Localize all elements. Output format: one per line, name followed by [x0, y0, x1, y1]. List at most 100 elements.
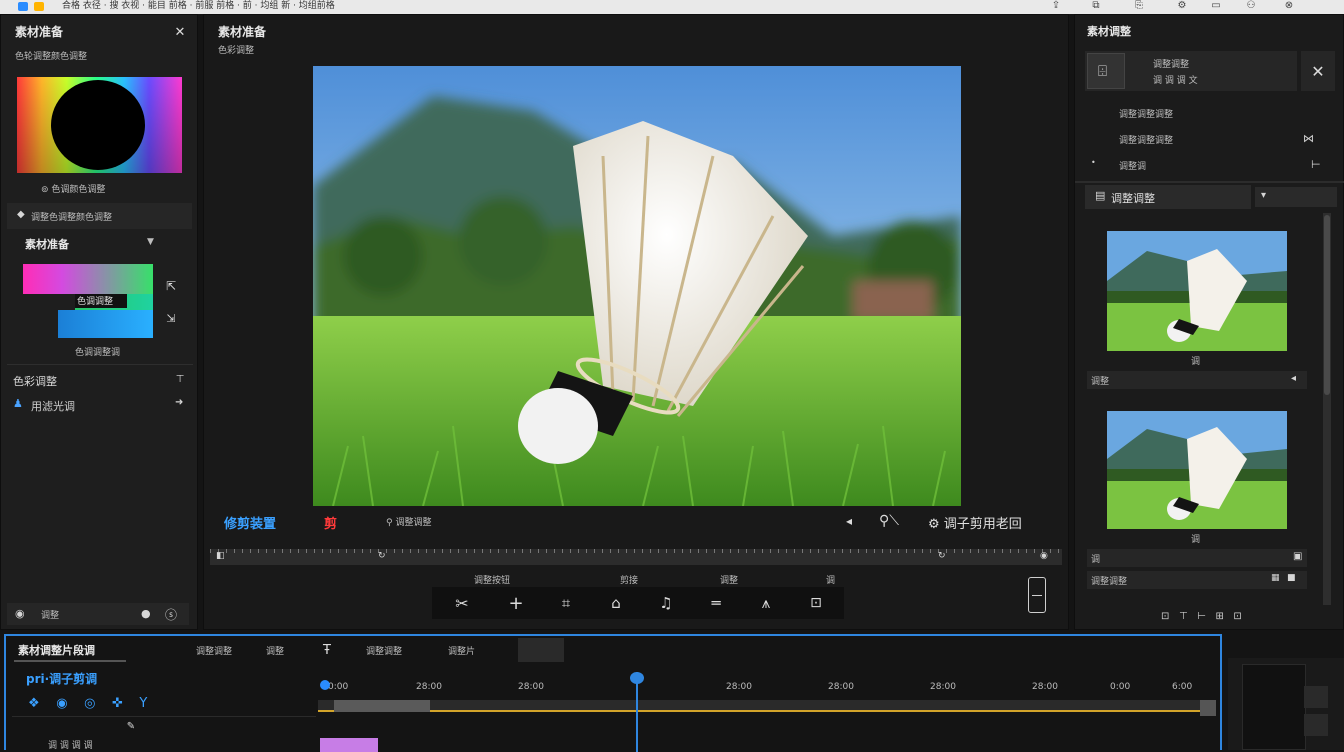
- thumb-2-bar-label: 调: [1091, 555, 1101, 565]
- thumb-scene-1: [1107, 231, 1287, 351]
- crop-icon[interactable]: ⌗: [556, 593, 576, 613]
- tool-label-1: 调整按钮: [474, 576, 511, 586]
- gear-icon[interactable]: ⚙: [1176, 1, 1188, 11]
- bracket-icon: ⊢: [1311, 158, 1321, 171]
- timeline-panel: 素材调整片段调 调整调整 调整 Ŧ 调整调整 调整片 pri·调子剪调 ❖ ◉ …: [4, 634, 1222, 752]
- assets-header[interactable]: ▤ 调整调整: [1085, 185, 1251, 209]
- speaker-icon[interactable]: ◂: [840, 513, 858, 529]
- ruler-start-marker[interactable]: [320, 680, 330, 690]
- grid-icon: ▣: [1293, 551, 1303, 562]
- adjust-label[interactable]: ⚲ 调整调整: [386, 515, 431, 528]
- fullscreen-button[interactable]: [1028, 577, 1046, 613]
- text-tool-icon[interactable]: Ŧ: [318, 642, 336, 658]
- track-bar[interactable]: [318, 700, 1200, 712]
- anchor-icon[interactable]: ⊤: [1179, 611, 1188, 622]
- collapse-icon[interactable]: ⇲: [163, 311, 179, 325]
- mini-button-1[interactable]: [1304, 686, 1328, 708]
- mini-preview[interactable]: [1242, 664, 1306, 750]
- scrubber-end-icon[interactable]: ◉: [1040, 551, 1048, 561]
- item-card[interactable]: ⌹ 调整调整 调 调 调 文: [1085, 51, 1297, 91]
- right-panel: 素材调整 ⌹ 调整调整 调 调 调 文 ✕ 调整调整调整 调整调整调整 ⋈ • …: [1074, 14, 1344, 630]
- app-logo: [18, 2, 28, 11]
- mini-button-2[interactable]: [1304, 714, 1328, 736]
- tile-icon[interactable]: ⊞: [1215, 611, 1223, 622]
- tab-4[interactable]: 调整片: [448, 644, 475, 657]
- user-icon[interactable]: ⚇: [1245, 1, 1257, 11]
- trim-label[interactable]: 修剪装置: [224, 513, 276, 532]
- video-preview[interactable]: [313, 66, 961, 506]
- filter-item-label: 用滤光调: [31, 400, 75, 413]
- playhead[interactable]: [630, 672, 644, 752]
- scrubber-marker-2[interactable]: ↻: [938, 551, 946, 561]
- property-row-1[interactable]: 调整调整调整: [1085, 103, 1337, 123]
- audio-icon[interactable]: ♫: [656, 593, 676, 613]
- property-row-2[interactable]: 调整调整调整 ⋈: [1085, 129, 1337, 149]
- tab-1[interactable]: 调整调整: [196, 644, 232, 657]
- center-panel: 素材准备 色彩调整 修剪装置 剪 ⚲ 调整调整 ◂ ⚲⟍ ⚙ 调子剪用老回 ◧ …: [203, 14, 1069, 630]
- cut-tool-icon[interactable]: ✂: [452, 593, 472, 613]
- timecode-5: 28:00: [828, 682, 854, 692]
- adjust-dropdown[interactable]: ◆ 调整色调整颜色调整: [7, 203, 192, 229]
- filter-item[interactable]: ♟ 用滤光调 ➜: [13, 397, 193, 413]
- track-label: 调 调 调 调: [48, 741, 93, 751]
- marker-icon[interactable]: ✜: [112, 696, 123, 711]
- right-panel-title: 素材调整: [1087, 25, 1131, 38]
- section-badge[interactable]: ▼: [147, 237, 154, 247]
- tab-3[interactable]: 调整调整: [366, 644, 402, 657]
- fish-icon[interactable]: ❖: [28, 696, 40, 711]
- expand-icon[interactable]: ⇱: [163, 279, 179, 293]
- share-icon[interactable]: ⎘: [1133, 1, 1145, 11]
- close-icon[interactable]: ✕: [173, 25, 187, 40]
- color-wheel[interactable]: [17, 77, 182, 173]
- close-icon[interactable]: ⊗: [1283, 1, 1295, 11]
- asset-thumbnail-2[interactable]: [1107, 411, 1287, 529]
- color-wheel-caption: ⊚ 色调颜色调整: [41, 182, 105, 195]
- cut-label[interactable]: 剪: [324, 513, 337, 532]
- up-arrow-icon[interactable]: ⩚: [756, 593, 776, 613]
- asset-thumbnail-1[interactable]: [1107, 231, 1287, 351]
- thumb-2-bar[interactable]: 调 ▣: [1087, 549, 1307, 567]
- output-label[interactable]: ⚙ 调子剪用老回: [928, 513, 1022, 532]
- bubble-icon[interactable]: ●: [141, 607, 151, 620]
- loop-tool-icon[interactable]: ◎: [84, 696, 95, 711]
- close-icon[interactable]: ✕: [1301, 51, 1335, 91]
- scrubber-bar[interactable]: ◧ ↻ ↻ ◉: [210, 549, 1062, 565]
- thumb-scene-2: [1107, 411, 1287, 529]
- scrollbar[interactable]: [1323, 213, 1331, 605]
- pen-icon[interactable]: ✎: [124, 720, 138, 732]
- speaker-icon: ◂: [1291, 373, 1297, 384]
- tab-empty[interactable]: [518, 638, 564, 662]
- box-icon[interactable]: ⊡: [1233, 611, 1241, 622]
- camera-icon: ■: [1287, 573, 1296, 583]
- house-icon[interactable]: ⌂: [606, 593, 626, 613]
- adjust-label-text: 调整调整: [395, 518, 432, 528]
- frame-icon[interactable]: ⊡: [1161, 611, 1169, 622]
- gradient-swatch-bottom[interactable]: [58, 310, 153, 338]
- maximize-icon[interactable]: ⧉: [1090, 1, 1102, 11]
- item-title: 调整调整: [1153, 60, 1190, 70]
- track-end-handle[interactable]: [1200, 700, 1216, 716]
- loop-icon[interactable]: ⓢ: [165, 606, 177, 623]
- filter-tool-icon[interactable]: Y: [139, 696, 147, 711]
- assets-dropdown[interactable]: ▾: [1255, 187, 1337, 207]
- tab-2[interactable]: 调整: [266, 644, 284, 657]
- bottom-icons: ⊡ ⊤ ⊢ ⊞ ⊡: [1161, 611, 1301, 625]
- scrubber-marker-1[interactable]: ↻: [378, 551, 386, 561]
- split-icon[interactable]: ⊢: [1197, 611, 1206, 622]
- line-icon[interactable]: ═: [706, 593, 726, 613]
- property-row-3[interactable]: • 调整调 ⊢: [1085, 155, 1337, 175]
- gradient-swatch-top[interactable]: [23, 264, 153, 294]
- minimize-icon[interactable]: ⇪: [1050, 1, 1062, 11]
- bottom-row[interactable]: 调整调整 ▦ ■: [1087, 571, 1307, 589]
- zoom-fit-icon[interactable]: ⊡: [806, 593, 826, 613]
- zoom-icon[interactable]: ⚲⟍: [872, 511, 906, 531]
- window-icon[interactable]: ▭: [1210, 1, 1222, 11]
- scrubber-start-icon[interactable]: ◧: [216, 551, 225, 561]
- timecode-1: 0:00: [328, 682, 349, 692]
- add-icon[interactable]: +: [506, 593, 526, 614]
- record-icon[interactable]: ◉: [15, 607, 25, 620]
- thumb-1-bar[interactable]: 调整 ◂: [1087, 371, 1307, 389]
- pin-icon[interactable]: ⊤: [173, 373, 187, 385]
- record-tool-icon[interactable]: ◉: [56, 696, 67, 711]
- timecode-8: 0:00: [1110, 682, 1131, 692]
